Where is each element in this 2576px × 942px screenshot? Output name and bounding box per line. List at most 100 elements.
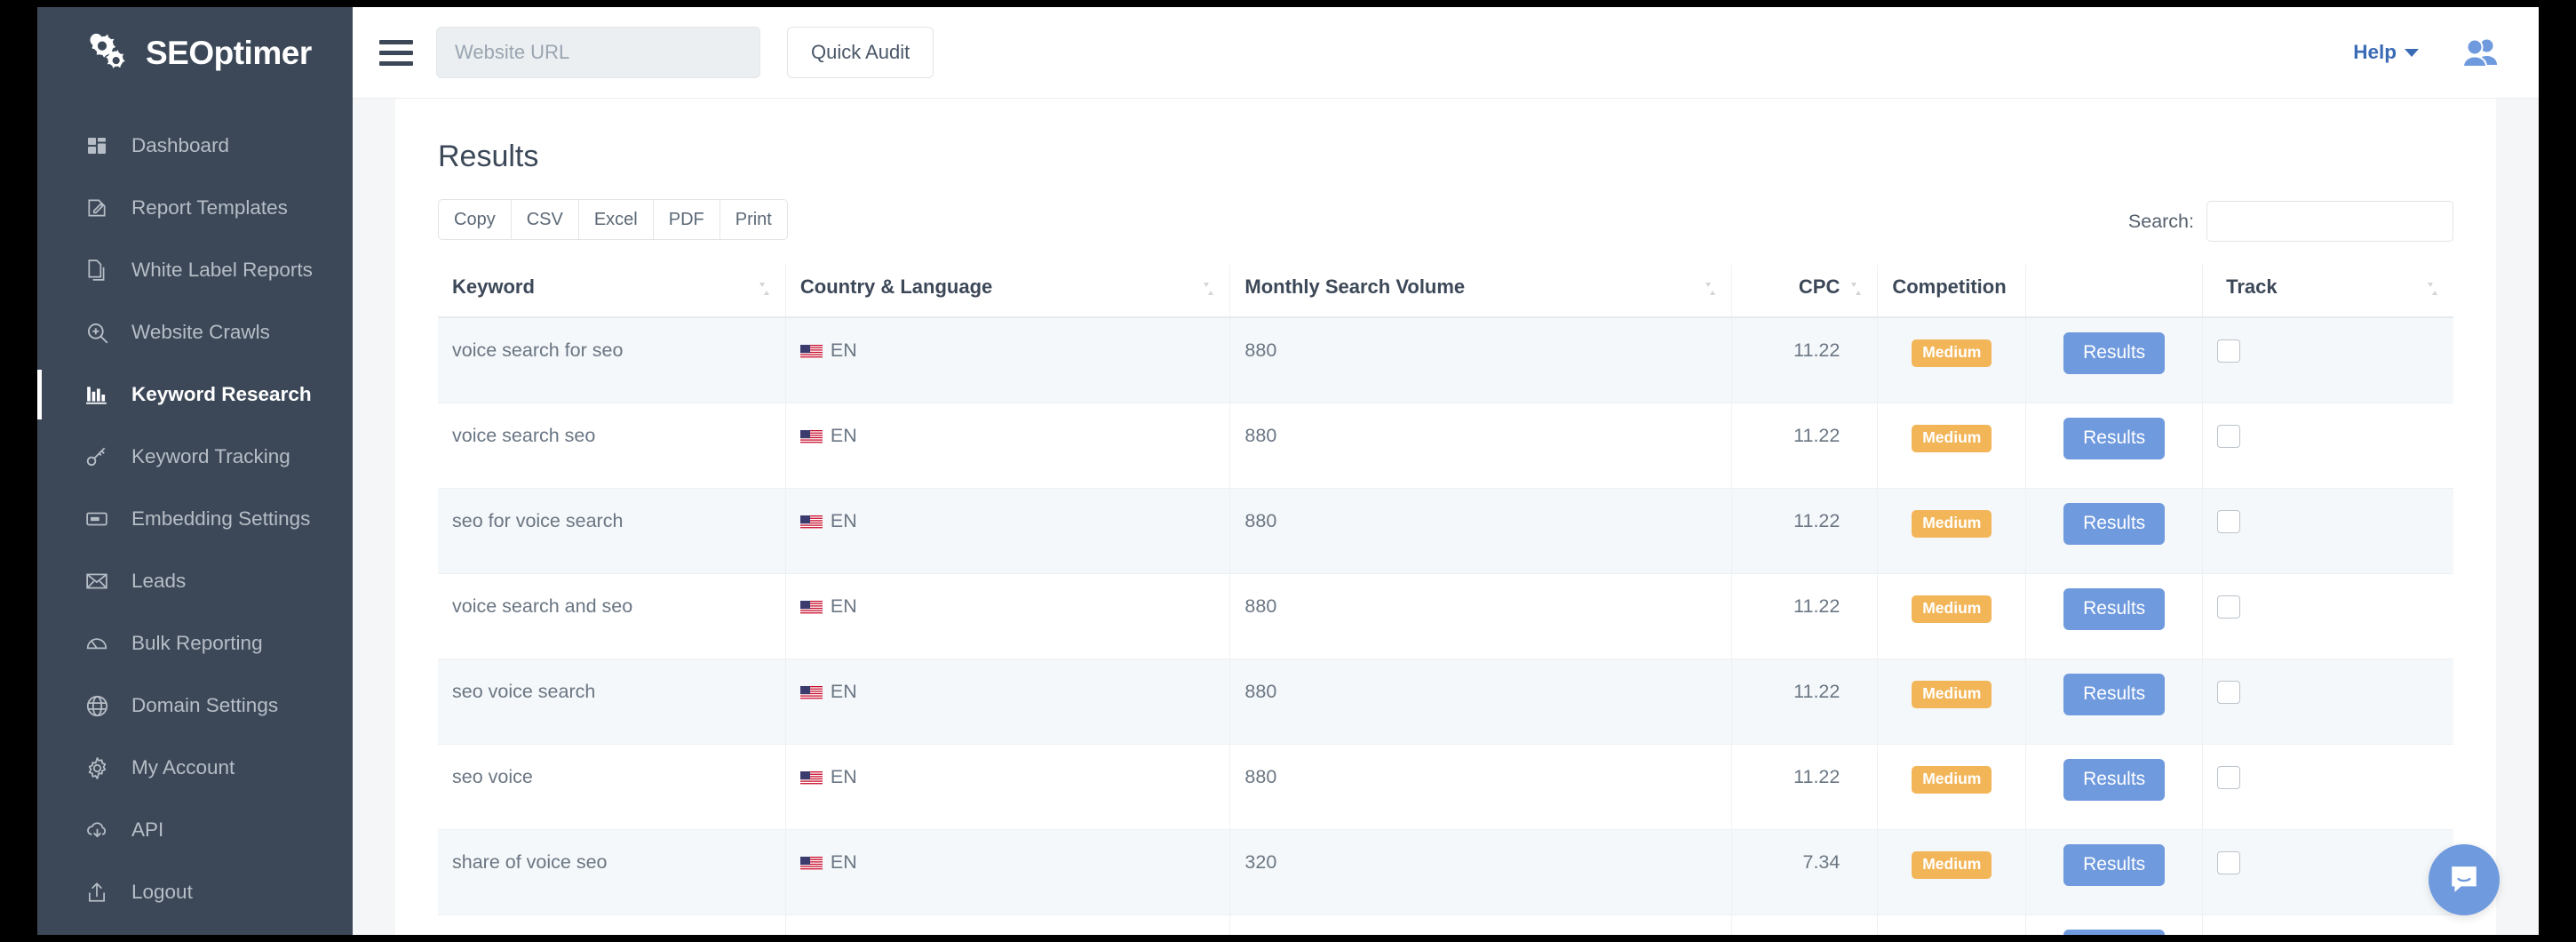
hamburger-bar [379,51,413,55]
cell-actions: Results [2026,745,2203,830]
copy-button[interactable]: Copy [438,199,512,240]
sidebar-item-keyword-research[interactable]: Keyword Research [37,363,353,426]
results-card: Results Copy CSV Excel PDF Print Search: [395,99,2496,935]
chat-bubble-icon[interactable] [2429,844,2500,915]
cell-country-language: EN [785,403,1230,489]
cell-cpc: 11.22 [1732,659,1878,745]
hamburger-icon[interactable] [379,34,417,71]
sidebar-item-label: Bulk Reporting [131,632,263,655]
cell-actions: Results [2026,574,2203,659]
sidebar-item-logout[interactable]: Logout [37,861,353,923]
sidebar-item-label: Embedding Settings [131,507,310,531]
help-menu[interactable]: Help [2353,41,2419,64]
sidebar-item-bulk-reporting[interactable]: Bulk Reporting [37,612,353,675]
table-header-row: Keyword Country & Language [438,265,2453,317]
cell-monthly-search-volume: 880 [1230,574,1732,659]
csv-button[interactable]: CSV [511,199,579,240]
track-checkbox[interactable] [2217,851,2240,874]
table-row: voice search for seoEN88011.22MediumResu… [438,317,2453,403]
sidebar-item-keyword-tracking[interactable]: Keyword Tracking [37,426,353,488]
track-checkbox[interactable] [2217,510,2240,533]
cell-actions: Results [2026,659,2203,745]
sidebar-item-label: Domain Settings [131,694,278,717]
cell-cpc: 11.22 [1732,403,1878,489]
page-title: Results [438,140,2453,174]
column-header-cpc[interactable]: CPC [1732,265,1878,317]
gear-logo-icon [83,31,133,76]
sidebar-item-api[interactable]: API [37,799,353,861]
track-checkbox[interactable] [2217,339,2240,363]
sidebar-item-dashboard[interactable]: Dashboard [37,115,353,177]
results-button[interactable]: Results [2063,674,2165,715]
column-header-monthly-search-volume[interactable]: Monthly Search Volume [1230,265,1732,317]
sidebar-item-website-crawls[interactable]: Website Crawls [37,301,353,363]
cell-track [2203,489,2453,574]
table-row: voice search seoEN88011.22MediumResults [438,403,2453,489]
brand[interactable]: SEOptimer [37,7,353,99]
topbar-right: Help [2353,37,2499,68]
cell-keyword: seo for voice search [438,489,785,574]
sort-icon [759,280,773,298]
cell-monthly-search-volume: 880 [1230,403,1732,489]
cell-country-language: EN [785,489,1230,574]
copy-documents-icon [83,257,110,283]
results-button[interactable]: Results [2063,930,2165,935]
pdf-button[interactable]: PDF [653,199,720,240]
cell-cpc: 7.34 [1732,830,1878,915]
results-button[interactable]: Results [2063,844,2165,886]
cell-country-language: EN [785,659,1230,745]
cell-country-language: EN [785,915,1230,936]
track-checkbox[interactable] [2217,766,2240,789]
cell-track [2203,574,2453,659]
print-button[interactable]: Print [720,199,788,240]
cell-competition: Medium [1878,574,2026,659]
bar-chart-icon [83,381,110,408]
column-header-keyword[interactable]: Keyword [438,265,785,317]
cell-cpc: 11.22 [1732,745,1878,830]
sidebar-item-domain-settings[interactable]: Domain Settings [37,675,353,737]
results-button[interactable]: Results [2063,503,2165,545]
website-url-input[interactable] [436,27,760,78]
cell-monthly-search-volume: 320 [1230,915,1732,936]
cell-country-language: EN [785,830,1230,915]
sidebar-nav: Dashboard Report Templates White Label R… [37,99,353,923]
search-input[interactable] [2206,201,2453,242]
sidebar-item-label: My Account [131,756,235,779]
cell-track [2203,659,2453,745]
status-badge: Medium [1912,339,1992,367]
cell-country-language: EN [785,745,1230,830]
sidebar-item-white-label-reports[interactable]: White Label Reports [37,239,353,301]
track-checkbox[interactable] [2217,425,2240,448]
dashboard-icon [83,132,110,159]
results-button[interactable]: Results [2063,759,2165,801]
brand-name: SEOptimer [146,35,312,72]
sidebar-item-embedding-settings[interactable]: Embedding Settings [37,488,353,550]
cloud-download-icon [83,817,110,843]
results-button[interactable]: Results [2063,588,2165,630]
column-label: Country & Language [800,275,992,298]
cell-competition: Medium [1878,915,2026,936]
results-button[interactable]: Results [2063,332,2165,374]
track-checkbox[interactable] [2217,595,2240,619]
column-header-country-language[interactable]: Country & Language [785,265,1230,317]
track-checkbox[interactable] [2217,681,2240,704]
column-header-track[interactable]: Track [2203,265,2453,317]
country-code: EN [831,681,857,702]
cell-competition: Medium [1878,403,2026,489]
excel-button[interactable]: Excel [578,199,654,240]
cell-keyword: seo share of voice [438,915,785,936]
column-label: Competition [1892,275,2006,298]
cell-keyword: seo voice [438,745,785,830]
sidebar-item-report-templates[interactable]: Report Templates [37,177,353,239]
cell-country-language: EN [785,574,1230,659]
cell-track [2203,830,2453,915]
quick-audit-button[interactable]: Quick Audit [787,27,934,78]
users-icon[interactable] [2461,37,2499,68]
gauge-icon [83,630,110,657]
sidebar-item-my-account[interactable]: My Account [37,737,353,799]
country-code: EN [831,851,857,873]
sidebar-item-leads[interactable]: Leads [37,550,353,612]
embed-box-icon [83,506,110,532]
results-button[interactable]: Results [2063,418,2165,459]
cell-track [2203,403,2453,489]
